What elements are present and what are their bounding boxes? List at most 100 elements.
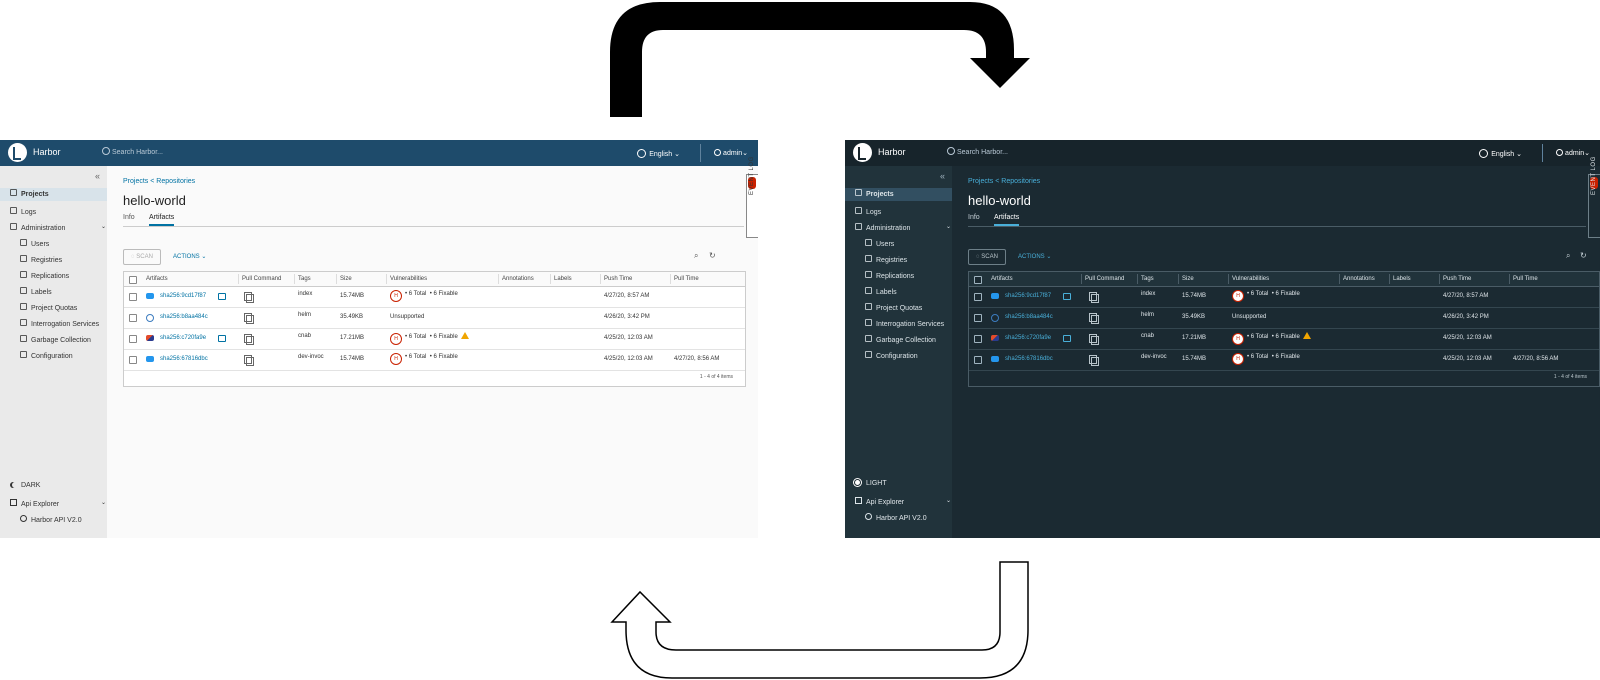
row-checkbox[interactable] bbox=[129, 314, 137, 322]
sidebar-item-project-quotas[interactable]: Project Quotas bbox=[865, 303, 922, 312]
row-checkbox[interactable] bbox=[974, 314, 982, 322]
sidebar-item-harbor-api[interactable]: Harbor API V2.0 bbox=[20, 515, 82, 524]
tab-artifacts[interactable]: Artifacts bbox=[994, 214, 1020, 226]
copy-icon[interactable] bbox=[244, 313, 254, 324]
breadcrumb[interactable]: Projects < Repositories bbox=[968, 178, 1040, 185]
sidebar-item-replications[interactable]: Replications bbox=[20, 271, 69, 280]
copy-icon[interactable] bbox=[1089, 355, 1099, 366]
row-checkbox[interactable] bbox=[129, 356, 137, 364]
table-row[interactable]: sha256:c720fa9e cnab 17.21MB H • 6 Total … bbox=[124, 328, 745, 350]
sidebar-item-administration[interactable]: Administration ⌄ bbox=[855, 223, 951, 232]
sidebar-item-labels[interactable]: Labels bbox=[20, 287, 52, 296]
vulnerability-cell[interactable]: H • 6 Total • 6 Fixable bbox=[390, 353, 458, 365]
vulnerability-cell[interactable]: H • 6 Total • 6 Fixable bbox=[390, 290, 458, 302]
tab-info[interactable]: Info bbox=[123, 214, 135, 221]
row-checkbox[interactable] bbox=[974, 335, 982, 343]
refresh-icon[interactable]: ↻ bbox=[709, 251, 716, 260]
sidebar-item-garbage-collection[interactable]: Garbage Collection bbox=[865, 335, 936, 344]
row-checkbox[interactable] bbox=[129, 293, 137, 301]
artifact-digest-link[interactable]: sha256:67816dbc bbox=[1005, 356, 1053, 362]
harbor-logo-icon[interactable] bbox=[8, 143, 27, 162]
column-header[interactable]: Artifacts bbox=[991, 276, 1013, 282]
sidebar-item-logs[interactable]: Logs bbox=[855, 207, 881, 216]
theme-toggle[interactable]: DARK bbox=[10, 482, 40, 489]
folder-icon[interactable] bbox=[1063, 335, 1071, 342]
column-header[interactable]: Push Time bbox=[604, 276, 632, 282]
column-header[interactable]: Size bbox=[340, 276, 352, 282]
sidebar-item-project-quotas[interactable]: Project Quotas bbox=[20, 303, 77, 312]
actions-dropdown[interactable]: ACTIONS ⌄ bbox=[173, 253, 206, 260]
language-dropdown[interactable]: English ⌄ bbox=[1479, 149, 1522, 158]
sidebar-item-administration[interactable]: Administration ⌄ bbox=[10, 223, 106, 232]
artifact-digest-link[interactable]: sha256:67816dbc bbox=[160, 356, 208, 362]
search-input[interactable]: Search Harbor... bbox=[947, 145, 1127, 161]
language-dropdown[interactable]: English ⌄ bbox=[637, 149, 680, 158]
sidebar-item-labels[interactable]: Labels bbox=[865, 287, 897, 296]
tab-info[interactable]: Info bbox=[968, 214, 980, 221]
folder-icon[interactable] bbox=[1063, 293, 1071, 300]
column-header[interactable]: Annotations bbox=[502, 276, 534, 282]
collapse-sidebar-icon[interactable]: « bbox=[95, 171, 100, 181]
sidebar-item-harbor-api[interactable]: Harbor API V2.0 bbox=[865, 513, 927, 522]
artifact-digest-link[interactable]: sha256:b8aa484c bbox=[160, 314, 208, 320]
vulnerability-cell[interactable]: H • 6 Total • 6 Fixable bbox=[390, 332, 469, 345]
column-header[interactable]: Labels bbox=[554, 276, 572, 282]
event-log-button[interactable]: EVENT LOG bbox=[1588, 156, 1600, 238]
table-row[interactable]: sha256:9cd17f87 index 15.74MB H • 6 Total… bbox=[969, 286, 1599, 308]
search-icon[interactable]: ⌕ bbox=[694, 251, 698, 261]
column-header[interactable]: Vulnerabilities bbox=[1232, 276, 1269, 282]
sidebar-item-interrogation-services[interactable]: Interrogation Services bbox=[20, 319, 99, 328]
artifact-digest-link[interactable]: sha256:9cd17f87 bbox=[1005, 293, 1051, 299]
row-checkbox[interactable] bbox=[974, 356, 982, 364]
sidebar-item-projects[interactable]: Projects bbox=[0, 188, 107, 201]
theme-toggle[interactable]: LIGHT bbox=[855, 480, 887, 487]
sidebar-item-garbage-collection[interactable]: Garbage Collection bbox=[20, 335, 91, 344]
search-icon[interactable]: ⌕ bbox=[1566, 251, 1570, 261]
column-header[interactable]: Pull Command bbox=[1085, 276, 1124, 282]
vulnerability-cell[interactable]: H • 6 Total • 6 Fixable bbox=[1232, 290, 1300, 302]
scan-button[interactable]: ◌ SCAN bbox=[968, 249, 1006, 265]
sidebar-item-users[interactable]: Users bbox=[20, 239, 49, 248]
harbor-logo-icon[interactable] bbox=[853, 143, 872, 162]
table-row[interactable]: sha256:67816dbc dev-invoc 15.74MB H • 6 T… bbox=[969, 349, 1599, 371]
sidebar-item-configuration[interactable]: Configuration bbox=[20, 351, 73, 360]
folder-icon[interactable] bbox=[218, 335, 226, 342]
search-input[interactable]: Search Harbor... bbox=[102, 145, 282, 161]
column-header[interactable]: Annotations bbox=[1343, 276, 1375, 282]
scan-button[interactable]: ◌ SCAN bbox=[123, 249, 161, 265]
copy-icon[interactable] bbox=[1089, 313, 1099, 324]
copy-icon[interactable] bbox=[244, 355, 254, 366]
sidebar-item-api-explorer[interactable]: Api Explorer ⌄ bbox=[855, 497, 951, 506]
vulnerability-cell[interactable]: H • 6 Total • 6 Fixable bbox=[1232, 332, 1311, 345]
artifact-digest-link[interactable]: sha256:9cd17f87 bbox=[160, 293, 206, 299]
artifact-digest-link[interactable]: sha256:b8aa484c bbox=[1005, 314, 1053, 320]
column-header[interactable]: Pull Time bbox=[1513, 276, 1538, 282]
table-row[interactable]: sha256:c720fa9e cnab 17.21MB H • 6 Total … bbox=[969, 328, 1599, 350]
copy-icon[interactable] bbox=[1089, 334, 1099, 345]
copy-icon[interactable] bbox=[244, 292, 254, 303]
collapse-sidebar-icon[interactable]: « bbox=[940, 171, 945, 181]
sidebar-item-configuration[interactable]: Configuration bbox=[865, 351, 918, 360]
row-checkbox[interactable] bbox=[129, 335, 137, 343]
sidebar-item-api-explorer[interactable]: Api Explorer ⌄ bbox=[10, 499, 106, 508]
table-row[interactable]: sha256:b8aa484c helm 35.49KB Unsupported… bbox=[124, 307, 745, 329]
copy-icon[interactable] bbox=[1089, 292, 1099, 303]
sidebar-item-projects[interactable]: Projects bbox=[845, 188, 952, 201]
breadcrumb[interactable]: Projects < Repositories bbox=[123, 178, 195, 185]
user-menu[interactable]: admin⌄ bbox=[1556, 149, 1590, 157]
sidebar-item-logs[interactable]: Logs bbox=[10, 207, 36, 216]
column-header[interactable]: Pull Time bbox=[674, 276, 699, 282]
artifact-digest-link[interactable]: sha256:c720fa9e bbox=[160, 335, 206, 341]
column-header[interactable]: Artifacts bbox=[146, 276, 168, 282]
table-row[interactable]: sha256:b8aa484c helm 35.49KB Unsupported… bbox=[969, 307, 1599, 329]
folder-icon[interactable] bbox=[218, 293, 226, 300]
column-header[interactable]: Labels bbox=[1393, 276, 1411, 282]
event-log-button[interactable]: EVENT LOG bbox=[746, 156, 758, 238]
column-header[interactable]: Size bbox=[1182, 276, 1194, 282]
sidebar-item-replications[interactable]: Replications bbox=[865, 271, 914, 280]
row-checkbox[interactable] bbox=[974, 293, 982, 301]
artifact-digest-link[interactable]: sha256:c720fa9e bbox=[1005, 335, 1051, 341]
select-all-checkbox[interactable] bbox=[974, 276, 982, 284]
column-header[interactable]: Push Time bbox=[1443, 276, 1471, 282]
actions-dropdown[interactable]: ACTIONS ⌄ bbox=[1018, 253, 1051, 260]
